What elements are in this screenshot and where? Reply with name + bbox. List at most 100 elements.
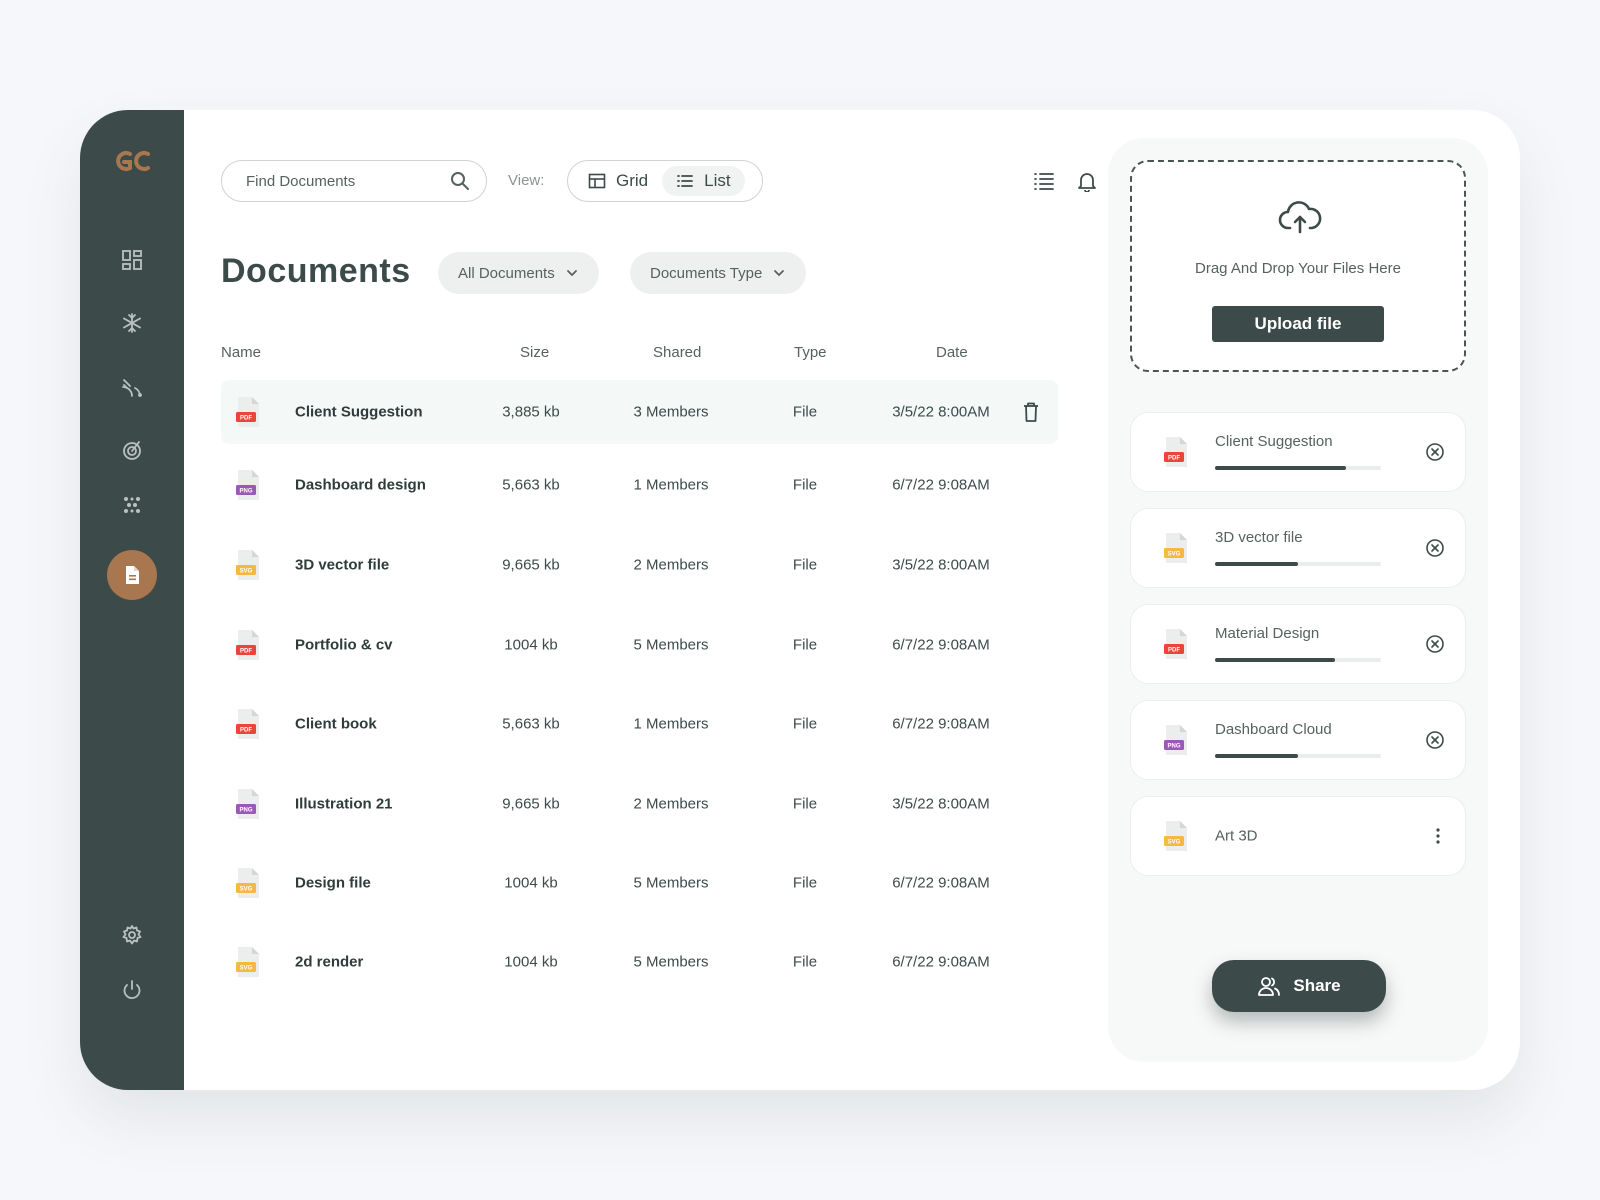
- table-row[interactable]: SVG Design file 1004 kb 5 Members File 6/7/22…: [221, 851, 1058, 915]
- file-name[interactable]: Dashboard design: [295, 477, 426, 494]
- file-size: 5,663 kb: [502, 715, 560, 733]
- file-size: 9,665 kb: [502, 556, 560, 574]
- upload-item-name: Material Design: [1215, 625, 1320, 642]
- file-size: 1004 kb: [504, 636, 558, 654]
- sidebar-item-dashboard[interactable]: [107, 235, 157, 285]
- bell-icon[interactable]: [1076, 170, 1098, 192]
- upload-item-name: Art 3D: [1215, 827, 1258, 845]
- remove-icon[interactable]: [1425, 730, 1445, 750]
- column-header-size[interactable]: Size: [520, 344, 549, 361]
- svg-text:SVG: SVG: [240, 966, 253, 972]
- more-vertical-icon[interactable]: [1435, 827, 1441, 845]
- file-name[interactable]: Portfolio & cv: [295, 637, 393, 654]
- table-row[interactable]: PDF Client Suggestion 3,885 kb 3 Members Fil…: [221, 380, 1058, 444]
- column-header-type[interactable]: Type: [794, 344, 827, 361]
- upload-item[interactable]: PDF Material Design: [1130, 604, 1466, 684]
- table-row[interactable]: PDF Client book 5,663 kb 1 Members File 6/7/2…: [221, 692, 1058, 756]
- svg-text:SVG: SVG: [240, 887, 253, 893]
- file-date: 6/7/22 9:08AM: [892, 953, 990, 971]
- sidebar-item-settings[interactable]: [107, 910, 157, 960]
- file-date: 6/7/22 9:08AM: [892, 636, 990, 654]
- svg-text:PDF: PDF: [240, 416, 252, 422]
- search-box[interactable]: [221, 160, 487, 202]
- remove-icon[interactable]: [1425, 538, 1445, 558]
- svg-file-icon: SVG: [1163, 532, 1189, 564]
- drop-zone[interactable]: Drag And Drop Your Files Here Upload fil…: [1130, 160, 1466, 372]
- upload-file-button[interactable]: Upload file: [1212, 306, 1384, 342]
- file-date: 6/7/22 9:08AM: [892, 476, 990, 494]
- share-button-label: Share: [1293, 976, 1341, 995]
- svg-text:PNG: PNG: [239, 808, 252, 814]
- trash-icon[interactable]: [1021, 401, 1041, 423]
- upload-item[interactable]: SVG 3D vector file: [1130, 508, 1466, 588]
- upload-progress-fill: [1215, 562, 1298, 566]
- svg-file-icon: SVG: [235, 867, 261, 899]
- file-name[interactable]: Client Suggestion: [295, 404, 423, 421]
- table-row[interactable]: SVG 2d render 1004 kb 5 Members File 6/7/22 9…: [221, 930, 1058, 994]
- search-input[interactable]: [246, 172, 446, 190]
- upload-item[interactable]: PNG Dashboard Cloud: [1130, 700, 1466, 780]
- file-size: 5,663 kb: [502, 476, 560, 494]
- chevron-down-icon: [566, 270, 577, 277]
- file-type: File: [792, 795, 818, 813]
- file-shared: 3 Members: [633, 403, 709, 421]
- column-header-name[interactable]: Name: [221, 344, 261, 361]
- file-date: 6/7/22 9:08AM: [892, 715, 990, 733]
- remove-icon[interactable]: [1425, 442, 1445, 462]
- svg-file-icon: SVG: [1163, 820, 1189, 852]
- sidebar-item-documents[interactable]: [107, 550, 157, 600]
- table-row[interactable]: SVG 3D vector file 9,665 kb 2 Members File 3/…: [221, 533, 1058, 597]
- dashboard-icon: [122, 250, 142, 270]
- pdf-file-icon: PDF: [1163, 436, 1189, 468]
- table-row[interactable]: PNG Dashboard design 5,663 kb 1 Members File…: [221, 453, 1058, 517]
- upload-progress-fill: [1215, 754, 1298, 758]
- file-name[interactable]: Illustration 21: [295, 796, 393, 813]
- svg-text:PDF: PDF: [240, 728, 252, 734]
- cloud-upload-icon: [1278, 201, 1322, 234]
- table-row[interactable]: PNG Illustration 21 9,665 kb 2 Members File 3…: [221, 772, 1058, 836]
- pdf-file-icon: PDF: [235, 396, 261, 428]
- svg-file-icon: SVG: [235, 946, 261, 978]
- file-name[interactable]: 3D vector file: [295, 557, 389, 574]
- file-shared: 1 Members: [633, 476, 709, 494]
- sidebar-item-dots[interactable]: [107, 480, 157, 530]
- share-button[interactable]: Share: [1212, 960, 1386, 1012]
- page-title: Documents: [221, 252, 411, 290]
- file-date: 3/5/22 8:00AM: [892, 795, 990, 813]
- upload-item[interactable]: SVG Art 3D: [1130, 796, 1466, 876]
- upload-progress-bar: [1215, 562, 1381, 566]
- app-window: View: Grid List Documents All Documents …: [80, 110, 1520, 1090]
- view-grid-button[interactable]: Grid: [574, 166, 662, 196]
- document-icon: [126, 566, 139, 584]
- column-header-date[interactable]: Date: [936, 344, 968, 361]
- file-shared: 1 Members: [633, 715, 709, 733]
- file-shared: 2 Members: [633, 556, 709, 574]
- file-size: 9,665 kb: [502, 795, 560, 813]
- column-header-shared[interactable]: Shared: [653, 344, 701, 361]
- upload-panel: Drag And Drop Your Files Here Upload fil…: [1108, 138, 1488, 1062]
- table-row[interactable]: PDF Portfolio & cv 1004 kb 5 Members File 6/7…: [221, 613, 1058, 677]
- filter-documents-type[interactable]: Documents Type: [630, 252, 807, 294]
- pdf-file-icon: PDF: [235, 708, 261, 740]
- file-name[interactable]: Client book: [295, 716, 377, 733]
- sidebar-item-logout[interactable]: [107, 965, 157, 1015]
- file-shared: 5 Members: [633, 953, 709, 971]
- file-name[interactable]: 2d render: [295, 954, 363, 971]
- svg-text:PDF: PDF: [1168, 456, 1180, 462]
- brand-logo[interactable]: [112, 148, 152, 174]
- file-name[interactable]: Design file: [295, 875, 371, 892]
- svg-text:SVG: SVG: [1168, 552, 1181, 558]
- filter-all-documents[interactable]: All Documents: [438, 252, 599, 294]
- menu-list-icon[interactable]: [1033, 170, 1055, 192]
- view-list-button[interactable]: List: [662, 166, 745, 196]
- file-type: File: [792, 874, 818, 892]
- upload-item[interactable]: PDF Client Suggestion: [1130, 412, 1466, 492]
- users-icon: [1258, 977, 1281, 996]
- grid-icon: [588, 173, 606, 189]
- sidebar-item-snowflake[interactable]: [107, 298, 157, 348]
- sidebar-item-target[interactable]: [107, 425, 157, 475]
- sidebar-item-signal[interactable]: [107, 362, 157, 412]
- svg-text:PDF: PDF: [1168, 648, 1180, 654]
- remove-icon[interactable]: [1425, 634, 1445, 654]
- search-icon[interactable]: [450, 171, 470, 191]
